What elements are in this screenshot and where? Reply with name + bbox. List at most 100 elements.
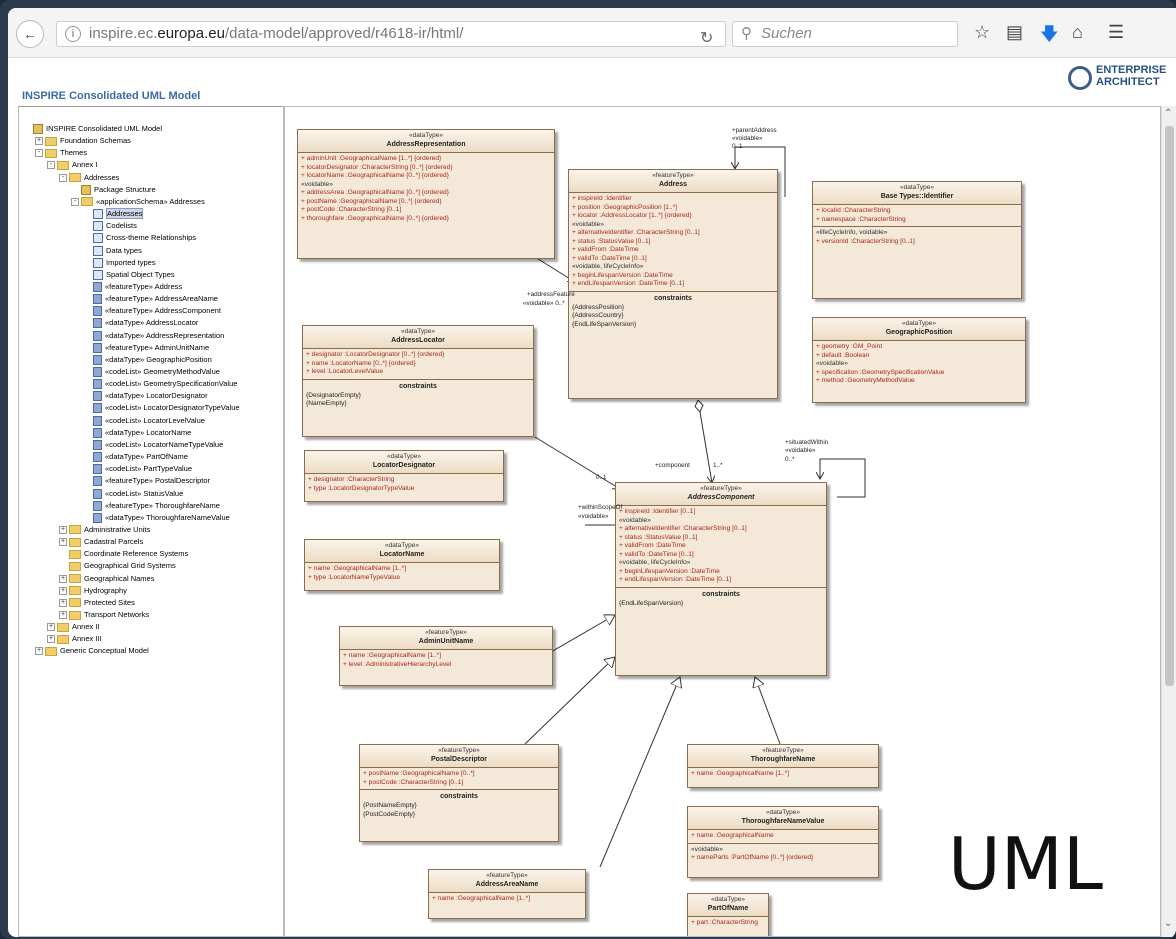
tree-node[interactable]: «featureType» AddressComponent bbox=[83, 305, 221, 317]
tree-node[interactable]: - «applicationSchema» Addresses bbox=[71, 196, 205, 208]
tree-node[interactable]: + Protected Sites bbox=[59, 597, 135, 609]
back-button[interactable]: ← bbox=[16, 20, 44, 48]
tree-node[interactable]: + Annex II bbox=[47, 621, 100, 633]
tree-node[interactable]: «dataType» AddressLocator bbox=[83, 317, 198, 329]
tree-node[interactable]: «codeList» LocatorDesignatorTypeValue bbox=[83, 402, 240, 414]
tree-node[interactable]: «featureType» ThoroughfareName bbox=[83, 500, 220, 512]
tree-node[interactable]: INSPIRE Consolidated UML Model bbox=[23, 123, 162, 135]
tree-node[interactable]: «codeList» GeometrySpecificationValue bbox=[83, 378, 237, 390]
expand-icon[interactable]: + bbox=[59, 586, 67, 595]
scroll-down-icon[interactable]: ⌄ bbox=[1164, 918, 1172, 929]
tree-node[interactable]: - Themes bbox=[35, 147, 87, 159]
url-bar[interactable]: i inspire.ec.europa.eu/data-model/approve… bbox=[56, 21, 726, 47]
tree-node[interactable]: «dataType» ThoroughfareNameValue bbox=[83, 512, 230, 524]
expand-icon[interactable]: + bbox=[59, 525, 67, 534]
expand-icon[interactable]: + bbox=[59, 538, 67, 547]
tree-node[interactable]: + Geographical Names bbox=[59, 573, 154, 585]
menu-icon[interactable]: ☰ bbox=[1108, 22, 1124, 43]
diagram-scrollbar[interactable]: ⌃ ⌄ bbox=[1161, 106, 1176, 937]
tree-node[interactable]: «featureType» AdminUnitName bbox=[83, 342, 209, 354]
tree-node-label: Themes bbox=[60, 148, 88, 158]
tree-node[interactable]: Imported types bbox=[83, 257, 156, 269]
tree-node-label: Geographical Names bbox=[84, 573, 155, 583]
class-postal-descriptor[interactable]: «featureType» PostalDescriptor + postName… bbox=[359, 744, 559, 842]
tree-node[interactable]: Coordinate Reference Systems bbox=[59, 548, 188, 560]
tree-node[interactable]: Addresses bbox=[83, 208, 144, 220]
tree-node[interactable]: «dataType» AddressRepresentation bbox=[83, 330, 224, 342]
attribute: + beginLifespanVersion :DateTime bbox=[619, 567, 720, 575]
class-icon bbox=[93, 354, 102, 365]
home-icon[interactable]: ⌂ bbox=[1072, 22, 1083, 43]
class-thoroughfare-name[interactable]: «featureType» ThoroughfareName + name :Ge… bbox=[687, 744, 879, 788]
tree-node-label: Cross-theme Relationships bbox=[106, 233, 197, 243]
tree-node[interactable]: «dataType» PartOfName bbox=[83, 451, 188, 463]
collapse-icon[interactable]: - bbox=[71, 197, 79, 206]
tree-node[interactable]: «dataType» LocatorName bbox=[83, 427, 191, 439]
tree-node[interactable]: «codeList» LocatorLevelValue bbox=[83, 415, 205, 427]
expand-icon[interactable]: + bbox=[47, 635, 55, 644]
tree-node[interactable]: Cross-theme Relationships bbox=[83, 232, 196, 244]
tree-node[interactable]: Geographical Grid Systems bbox=[59, 560, 176, 572]
expand-icon[interactable]: + bbox=[59, 611, 67, 620]
class-address-component[interactable]: «featureType» AddressComponent + inspireI… bbox=[615, 482, 827, 676]
stereotype: «dataType» bbox=[385, 542, 419, 549]
class-thoroughfare-name-value[interactable]: «dataType» ThoroughfareNameValue + name :… bbox=[687, 806, 879, 878]
stereotype-label: «voidable» bbox=[785, 447, 816, 454]
tree-node[interactable]: Spatial Object Types bbox=[83, 269, 175, 281]
tree-node[interactable]: - Annex I bbox=[47, 159, 97, 171]
tree-node[interactable]: + Transport Networks bbox=[59, 609, 149, 621]
constraints-heading: constraints bbox=[654, 294, 692, 302]
class-address-representation[interactable]: «dataType» AddressRepresentation + adminU… bbox=[297, 129, 555, 259]
tree-node[interactable]: «featureType» PostalDescriptor bbox=[83, 475, 210, 487]
info-icon[interactable]: i bbox=[65, 26, 81, 42]
collapse-icon[interactable]: - bbox=[59, 173, 67, 182]
expand-icon[interactable]: + bbox=[35, 647, 43, 656]
class-geographic-position[interactable]: «dataType» GeographicPosition + geometry … bbox=[812, 317, 1026, 403]
tree-node[interactable]: Data types bbox=[83, 245, 142, 257]
tree-node[interactable]: + Hydrography bbox=[59, 585, 127, 597]
search-input[interactable]: ⚲ Suchen bbox=[732, 21, 958, 47]
scroll-up-icon[interactable]: ⌃ bbox=[1164, 108, 1172, 119]
tree-node[interactable]: «codeList» StatusValue bbox=[83, 488, 183, 500]
class-address-locator[interactable]: «dataType» AddressLocator + designator :L… bbox=[302, 325, 534, 437]
tree-node[interactable]: «codeList» PartTypeValue bbox=[83, 463, 192, 475]
tree-node[interactable]: «dataType» GeographicPosition bbox=[83, 354, 212, 366]
folder-icon bbox=[69, 574, 81, 584]
reload-icon[interactable]: ↻ bbox=[700, 28, 713, 48]
stereotype-group: «voidable» bbox=[816, 360, 848, 367]
download-icon[interactable]: 🡇 bbox=[1040, 22, 1059, 52]
tree-node[interactable]: + Generic Conceptual Model bbox=[35, 645, 149, 657]
tree-node[interactable]: + Administrative Units bbox=[59, 524, 150, 536]
expand-icon[interactable]: + bbox=[59, 598, 67, 607]
tree-node[interactable]: «dataType» LocatorDesignator bbox=[83, 390, 208, 402]
class-name: Base Types::Identifier bbox=[880, 193, 954, 200]
tree-node[interactable]: «featureType» AddressAreaName bbox=[83, 293, 218, 305]
expand-icon[interactable]: + bbox=[59, 574, 67, 583]
attribute: + validTo :DateTime [0..1] bbox=[619, 550, 694, 558]
tree-node[interactable]: + Annex III bbox=[47, 633, 102, 645]
tree-node[interactable]: Codelists bbox=[83, 220, 137, 232]
collapse-icon[interactable]: - bbox=[47, 161, 55, 170]
class-locator-name[interactable]: «dataType» LocatorName + name :Geographic… bbox=[304, 539, 500, 591]
tree-node[interactable]: Package Structure bbox=[71, 184, 156, 196]
expand-icon[interactable]: + bbox=[47, 623, 55, 632]
class-base-identifier[interactable]: «dataType» Base Types::Identifier + local… bbox=[812, 181, 1022, 299]
expand-icon[interactable]: + bbox=[35, 137, 43, 146]
reader-view-icon[interactable]: ▤ bbox=[1006, 22, 1023, 43]
bookmark-star-icon[interactable]: ☆ bbox=[974, 22, 990, 43]
tree-node[interactable]: + Foundation Schemas bbox=[35, 135, 131, 147]
class-address[interactable]: «featureType» Address + inspireId :Identi… bbox=[568, 169, 778, 399]
tree-node[interactable]: «codeList» LocatorNameTypeValue bbox=[83, 439, 223, 451]
tree-node[interactable]: - Addresses bbox=[59, 172, 119, 184]
tree-node[interactable]: + Cadastral Parcels bbox=[59, 536, 143, 548]
scroll-thumb[interactable] bbox=[1165, 126, 1174, 686]
stereotype: «dataType» bbox=[711, 896, 745, 903]
class-address-area-name[interactable]: «featureType» AddressAreaName + name :Geo… bbox=[428, 869, 586, 919]
tree-node[interactable]: «codeList» GeometryMethodValue bbox=[83, 366, 220, 378]
class-admin-unit-name[interactable]: «featureType» AdminUnitName + name :Geogr… bbox=[339, 626, 553, 686]
tree-node[interactable]: «featureType» Address bbox=[83, 281, 182, 293]
stereotype-group: «voidable, lifeCycleInfo» bbox=[572, 263, 644, 270]
collapse-icon[interactable]: - bbox=[35, 149, 43, 158]
class-part-of-name[interactable]: «dataType» PartOfName + part :CharacterSt… bbox=[687, 893, 769, 936]
class-locator-designator[interactable]: «dataType» LocatorDesignator + designator… bbox=[304, 450, 504, 502]
